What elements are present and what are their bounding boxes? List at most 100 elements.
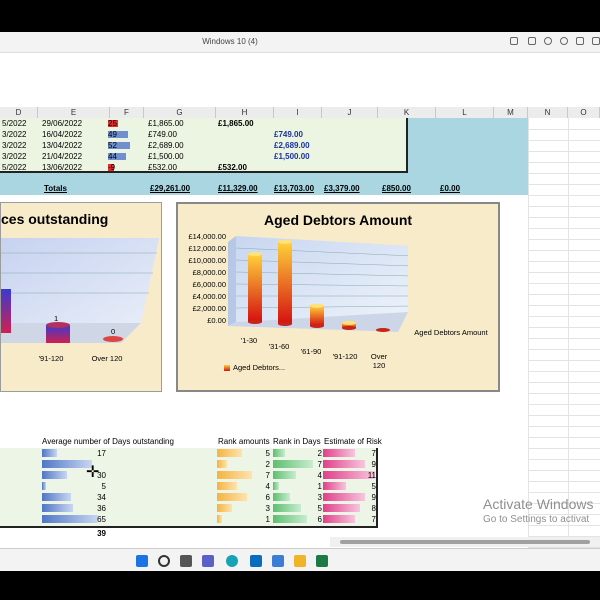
more-icon[interactable] — [592, 37, 600, 45]
keyboard-icon[interactable] — [510, 37, 518, 45]
totals-l[interactable]: £0.00 — [440, 184, 460, 193]
rank-amounts-value[interactable]: 3 — [254, 504, 270, 513]
settings-icon[interactable] — [560, 37, 568, 45]
col-header-j[interactable]: J — [322, 107, 378, 118]
cell-d[interactable]: 5/2022 — [2, 162, 26, 173]
edge-icon[interactable] — [226, 555, 238, 567]
rank-days-value[interactable]: 6 — [306, 515, 322, 524]
task-view-icon[interactable] — [180, 555, 192, 567]
excel-icon[interactable] — [316, 555, 328, 567]
col-header-d[interactable]: D — [0, 107, 38, 118]
totals-j[interactable]: £3,379.00 — [324, 184, 360, 193]
start-icon[interactable] — [136, 555, 148, 567]
col-header-f[interactable]: F — [110, 107, 144, 118]
cell-h[interactable]: £1,865.00 — [218, 118, 254, 129]
cell-i[interactable]: £2,689.00 — [274, 140, 310, 151]
rank-days-value[interactable]: 4 — [306, 471, 322, 480]
col-header-n[interactable]: N — [528, 107, 568, 118]
cell-i[interactable]: £749.00 — [274, 129, 303, 140]
cell-e[interactable]: 13/06/2022 — [42, 162, 82, 173]
avg-days-value[interactable]: 17 — [80, 449, 106, 458]
rank-amounts-value[interactable]: 1 — [254, 515, 270, 524]
col-header-h[interactable]: H — [216, 107, 274, 118]
rank-amounts-value[interactable]: 7 — [254, 471, 270, 480]
lock-icon[interactable] — [544, 37, 552, 45]
avg-days-value[interactable]: 34 — [80, 493, 106, 502]
cell-h[interactable]: £532.00 — [218, 162, 247, 173]
rank-days-header[interactable]: Rank in Days — [273, 437, 321, 446]
aged-debtors-chart[interactable]: Aged Debtors Amount £14,000.00 £12,000.0… — [176, 202, 500, 392]
cell-e[interactable]: 29/06/2022 — [42, 118, 82, 129]
cell-g[interactable]: £532.00 — [148, 162, 177, 173]
totals-k[interactable]: £850.00 — [382, 184, 411, 193]
cell-g[interactable]: £749.00 — [148, 129, 177, 140]
rank-amounts-value[interactable]: 5 — [254, 449, 270, 458]
cell-g[interactable]: £1,500.00 — [148, 151, 184, 162]
avg-days-header[interactable]: Average number of Days outstanding — [42, 437, 174, 446]
rank-days-value[interactable]: 7 — [306, 460, 322, 469]
cell-f[interactable]: 49 — [108, 129, 117, 140]
cell-f[interactable]: 52 — [108, 140, 117, 151]
display-icon[interactable] — [576, 37, 584, 45]
cell-d[interactable]: 5/2022 — [2, 118, 26, 129]
rank-amounts-header[interactable]: Rank amounts — [218, 437, 270, 446]
totals-h[interactable]: £11,329.00 — [218, 184, 258, 193]
file-explorer-icon[interactable] — [294, 555, 306, 567]
col-header-i[interactable]: I — [274, 107, 322, 118]
rank-amounts-value[interactable]: 6 — [254, 493, 270, 502]
chat-icon[interactable] — [202, 555, 214, 567]
y-tick: £6,000.00 — [192, 280, 226, 289]
avg-days-value[interactable]: 65 — [80, 515, 106, 524]
worksheet[interactable]: 5/2022 29/06/2022 25 £1,865.00 £1,865.00… — [0, 118, 600, 548]
cell-e[interactable]: 16/04/2022 — [42, 129, 82, 140]
col-header-e[interactable]: E — [38, 107, 110, 118]
cell-f[interactable]: -9 — [108, 162, 115, 173]
cell-d[interactable]: 3/2022 — [2, 129, 26, 140]
x-tick: '31-60 — [268, 342, 290, 351]
cell-g[interactable]: £2,689.00 — [148, 140, 184, 151]
avg-days-value[interactable]: 36 — [80, 504, 106, 513]
rank-amounts-value[interactable]: 4 — [254, 482, 270, 491]
risk-value[interactable]: 7 — [356, 515, 376, 524]
rank-days-value[interactable]: 5 — [306, 504, 322, 513]
risk-value[interactable]: 5 — [356, 482, 376, 491]
rank-days-value[interactable]: 1 — [306, 482, 322, 491]
cell-g[interactable]: £1,865.00 — [148, 118, 184, 129]
rank-days-value[interactable]: 3 — [306, 493, 322, 502]
totals-g[interactable]: £29,261.00 — [150, 184, 190, 193]
cell-i[interactable]: £1,500.00 — [274, 151, 310, 162]
risk-value[interactable]: 9 — [356, 493, 376, 502]
cell-d[interactable]: 3/2022 — [2, 151, 26, 162]
usb-icon[interactable] — [528, 37, 536, 45]
col-header-g[interactable]: G — [144, 107, 216, 118]
rank-days-value[interactable]: 2 — [306, 449, 322, 458]
invoices-outstanding-chart[interactable]: ces outstanding 1 0 '91-120 Over 120 — [0, 202, 162, 392]
horizontal-scrollbar[interactable] — [330, 537, 600, 547]
risk-value[interactable]: 7 — [356, 449, 376, 458]
avg-days-total[interactable]: 39 — [80, 529, 106, 538]
totals-label[interactable]: Totals — [44, 184, 67, 193]
cell-e[interactable]: 13/04/2022 — [42, 140, 82, 151]
cell-f[interactable]: 44 — [108, 151, 117, 162]
grid-line — [528, 437, 600, 438]
search-icon[interactable] — [158, 555, 170, 567]
y-tick: £8,000.00 — [192, 268, 226, 277]
cell-e[interactable]: 21/04/2022 — [42, 151, 82, 162]
bar-base-0 — [248, 320, 262, 324]
col-header-o[interactable]: O — [568, 107, 600, 118]
col-header-l[interactable]: L — [436, 107, 494, 118]
rank-amounts-value[interactable]: 2 — [254, 460, 270, 469]
scroll-thumb[interactable] — [340, 540, 590, 544]
store-icon[interactable] — [250, 555, 262, 567]
col-header-k[interactable]: K — [378, 107, 436, 118]
col-header-m[interactable]: M — [494, 107, 528, 118]
avg-days-value[interactable]: 5 — [80, 482, 106, 491]
app-icon[interactable] — [272, 555, 284, 567]
risk-header[interactable]: Estimate of Risk — [324, 437, 382, 446]
risk-value[interactable]: 9 — [356, 460, 376, 469]
cell-d[interactable]: 3/2022 — [2, 140, 26, 151]
totals-i[interactable]: £13,703.00 — [274, 184, 314, 193]
risk-value[interactable]: 8 — [356, 504, 376, 513]
risk-value[interactable]: 11 — [356, 471, 376, 480]
cell-f[interactable]: 25 — [108, 118, 117, 129]
